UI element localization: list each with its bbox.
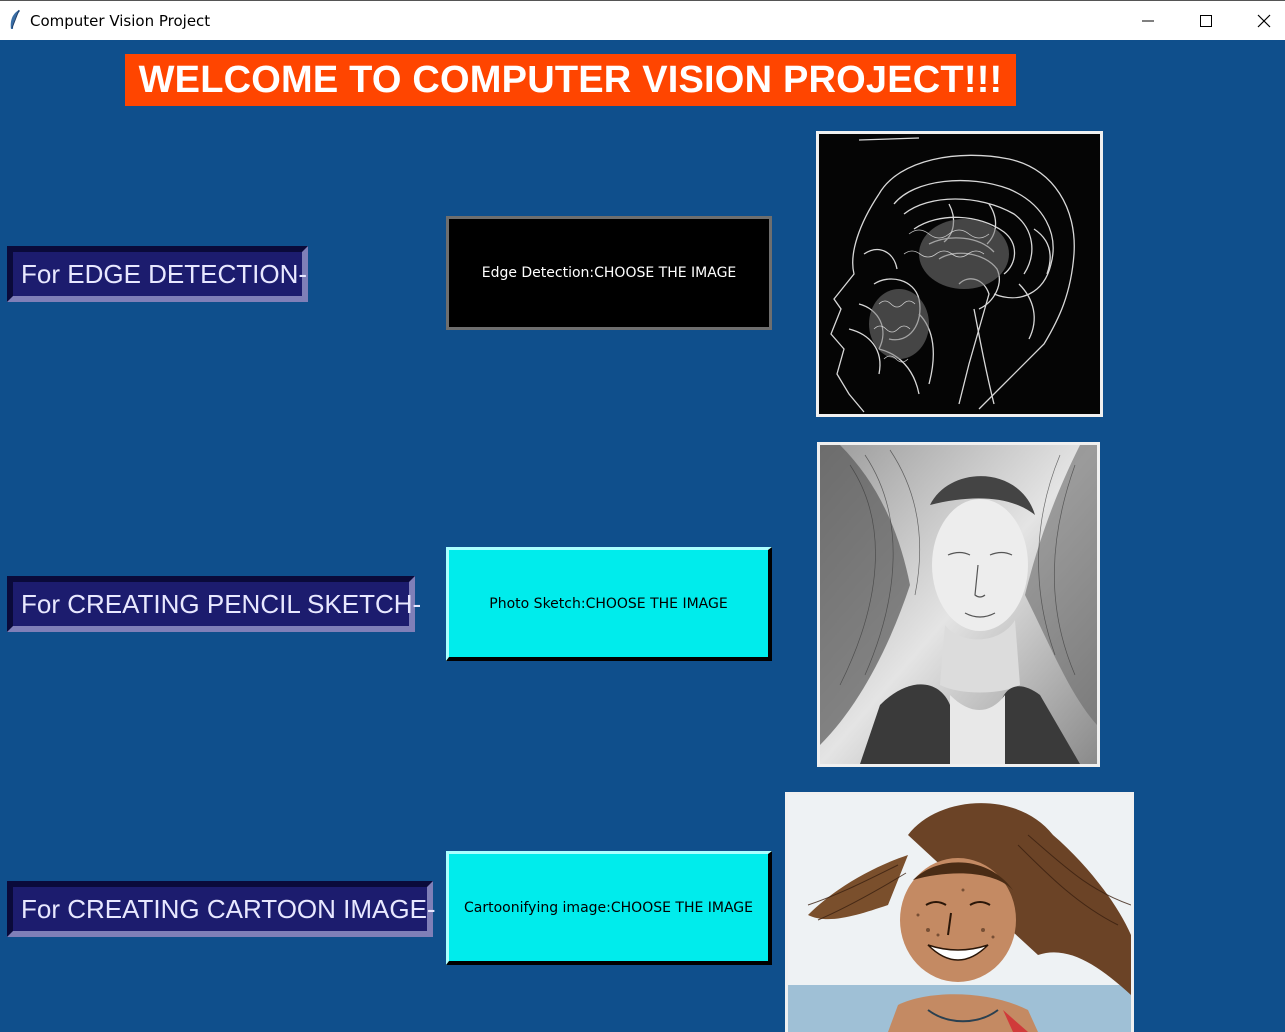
edge-detection-label: For EDGE DETECTION- — [7, 246, 308, 302]
photo-sketch-choose-button[interactable]: Photo Sketch:CHOOSE THE IMAGE — [446, 547, 772, 661]
cartoon-image-label: For CREATING CARTOON IMAGE- — [7, 881, 436, 937]
close-button[interactable] — [1235, 1, 1285, 41]
edge-detected-head-image — [819, 134, 1100, 414]
welcome-banner: WELCOME TO COMPUTER VISION PROJECT!!! — [125, 54, 1016, 106]
cartoonify-choose-button[interactable]: Cartoonifying image:CHOOSE THE IMAGE — [446, 851, 772, 965]
cartoonified-girl-image — [788, 795, 1131, 1032]
minimize-icon — [1142, 20, 1154, 22]
maximize-icon — [1200, 15, 1212, 27]
window-title-bar: Computer Vision Project — [0, 0, 1285, 40]
close-icon — [1257, 14, 1271, 28]
window-title: Computer Vision Project — [30, 12, 211, 30]
main-window: WELCOME TO COMPUTER VISION PROJECT!!! Fo… — [0, 40, 1285, 1032]
pencil-sketch-label: For CREATING PENCIL SKETCH- — [7, 576, 421, 632]
feather-icon — [10, 9, 20, 29]
minimize-button[interactable] — [1119, 1, 1177, 41]
edge-detection-choose-button[interactable]: Edge Detection:CHOOSE THE IMAGE — [446, 216, 772, 330]
cartoon-preview — [785, 792, 1134, 1032]
maximize-button[interactable] — [1177, 1, 1235, 41]
pencil-sketch-preview — [817, 442, 1100, 767]
edge-detection-preview — [816, 131, 1103, 417]
pencil-sketch-portrait-image — [820, 445, 1097, 764]
